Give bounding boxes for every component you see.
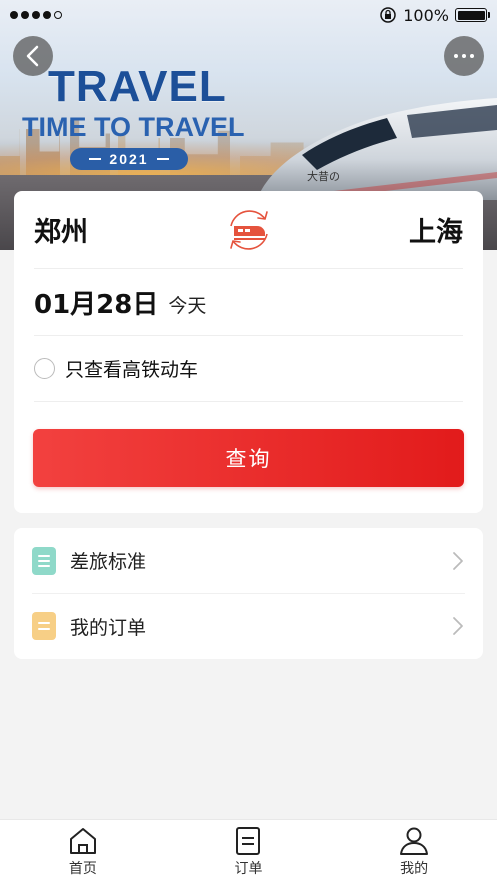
tab-orders[interactable]: 订单 [188, 826, 308, 878]
high-speed-filter[interactable]: 只查看高铁动车 [34, 336, 463, 402]
high-speed-checkbox[interactable] [34, 358, 55, 379]
train-text: 大昔の [307, 169, 340, 183]
swap-cities-icon[interactable] [221, 202, 277, 258]
chevron-right-icon [453, 551, 463, 570]
menu-item-label: 差旅标准 [70, 551, 147, 573]
date-label: 今天 [168, 294, 207, 317]
menu-card: 差旅标准 我的订单 [14, 528, 483, 659]
tab-bar: 首页 订单 我的 [0, 819, 497, 883]
high-speed-filter-label: 只查看高铁动车 [65, 359, 199, 381]
search-card: 郑州 上海 01月28日 今天 只查看高铁动车 查询 [14, 191, 483, 513]
user-icon [400, 827, 429, 855]
menu-item-my-orders[interactable]: 我的订单 [32, 593, 465, 658]
menu-item-travel-standard[interactable]: 差旅标准 [32, 528, 465, 593]
date-selector[interactable]: 01月28日 今天 [34, 269, 463, 336]
more-dots-icon [454, 54, 474, 58]
date-value: 01月28日 [34, 289, 159, 320]
home-icon [69, 827, 96, 854]
query-button[interactable]: 查询 [33, 429, 464, 487]
banner-title: TRAVEL [48, 62, 227, 111]
back-button[interactable] [13, 36, 53, 76]
more-button[interactable] [444, 36, 484, 76]
banner-subtitle: TIME TO TRAVEL [22, 112, 245, 142]
from-city[interactable]: 郑州 [34, 210, 88, 249]
chevron-left-icon [26, 45, 39, 67]
tab-mine[interactable]: 我的 [354, 826, 474, 878]
battery-icon [455, 8, 490, 22]
order-icon [32, 612, 56, 640]
banner-year-pill: 2021 [70, 148, 188, 170]
rotation-lock-icon [380, 7, 396, 23]
tab-home[interactable]: 首页 [23, 826, 143, 878]
menu-item-label: 我的订单 [70, 616, 147, 639]
banner-year: 2021 [109, 151, 149, 167]
train-image: 大昔の [257, 98, 497, 206]
tab-label: 订单 [234, 860, 263, 877]
tab-label: 我的 [400, 860, 429, 877]
route-row: 郑州 上海 [34, 191, 463, 269]
status-bar: 100% [0, 0, 497, 30]
document-icon [32, 546, 56, 575]
order-list-icon [236, 826, 261, 855]
battery-percent: 100% [403, 5, 449, 25]
tab-label: 首页 [68, 860, 97, 877]
chevron-right-icon [453, 617, 463, 635]
signal-strength-icon [10, 11, 62, 19]
to-city[interactable]: 上海 [409, 210, 463, 249]
